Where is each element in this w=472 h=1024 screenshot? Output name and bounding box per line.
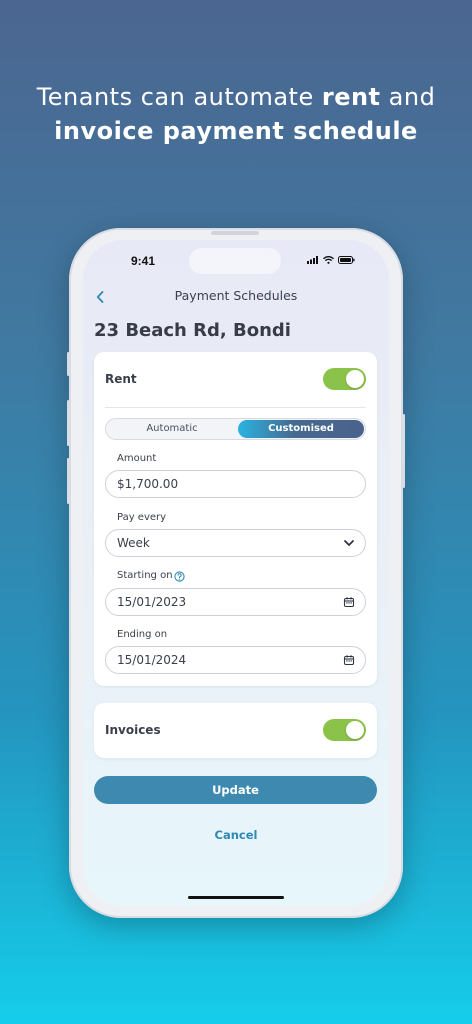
pay-every-value: Week — [117, 536, 150, 550]
headline-line-2: invoice payment schedule — [54, 117, 418, 145]
phone-screen: 9:41 Payment Schedules 23 Beach Rd, Bond… — [83, 240, 389, 906]
home-indicator — [188, 896, 284, 899]
phone-frame: 9:41 Payment Schedules 23 Beach Rd, Bond… — [67, 228, 405, 918]
cancel-button[interactable]: Cancel — [83, 828, 389, 842]
amount-value: $1,700.00 — [117, 477, 179, 491]
invoices-label: Invoices — [105, 723, 161, 737]
phone-volume-down — [67, 458, 70, 504]
update-button[interactable]: Update — [94, 776, 377, 804]
phone-side-button — [67, 352, 70, 376]
calendar-icon[interactable] — [343, 596, 355, 608]
signal-icon — [307, 256, 318, 264]
pay-every-select[interactable]: Week — [105, 529, 366, 557]
ending-on-field[interactable]: 15/01/2024 — [105, 646, 366, 674]
help-icon[interactable] — [174, 571, 185, 582]
chevron-down-icon — [344, 540, 354, 546]
dynamic-island — [189, 248, 281, 274]
marketing-headline: Tenants can automate rent and invoice pa… — [0, 80, 472, 148]
property-title: 23 Beach Rd, Bondi — [94, 320, 291, 341]
toggle-knob — [346, 721, 364, 739]
invoices-toggle[interactable] — [323, 719, 366, 741]
battery-icon — [338, 256, 355, 264]
schedule-mode-segmented-control: Automatic Customised — [105, 418, 366, 440]
phone-speaker — [211, 231, 259, 235]
starting-on-label: Starting on — [117, 570, 173, 581]
status-time: 9:41 — [131, 254, 156, 268]
toggle-knob — [346, 370, 364, 388]
segment-automatic[interactable]: Automatic — [106, 419, 238, 439]
invoices-card: Invoices — [94, 703, 377, 758]
starting-on-value: 15/01/2023 — [117, 595, 187, 609]
phone-power-button — [402, 414, 405, 488]
pay-every-label: Pay every — [117, 512, 167, 523]
nav-title: Payment Schedules — [174, 288, 298, 303]
status-icons — [307, 256, 355, 264]
segment-customised[interactable]: Customised — [238, 420, 364, 438]
divider — [105, 407, 366, 408]
calendar-icon[interactable] — [343, 654, 355, 666]
rent-toggle[interactable] — [323, 368, 366, 390]
amount-field[interactable]: $1,700.00 — [105, 470, 366, 498]
ending-on-value: 15/01/2024 — [117, 653, 187, 667]
starting-on-field[interactable]: 15/01/2023 — [105, 588, 366, 616]
rent-label: Rent — [105, 372, 137, 386]
headline-line-1: Tenants can automate rent and — [36, 83, 436, 111]
rent-card: Rent Automatic Customised Amount $1,700.… — [94, 352, 377, 686]
wifi-icon — [323, 256, 334, 264]
phone-volume-up — [67, 400, 70, 446]
amount-label: Amount — [117, 453, 157, 464]
ending-on-label: Ending on — [117, 629, 168, 640]
